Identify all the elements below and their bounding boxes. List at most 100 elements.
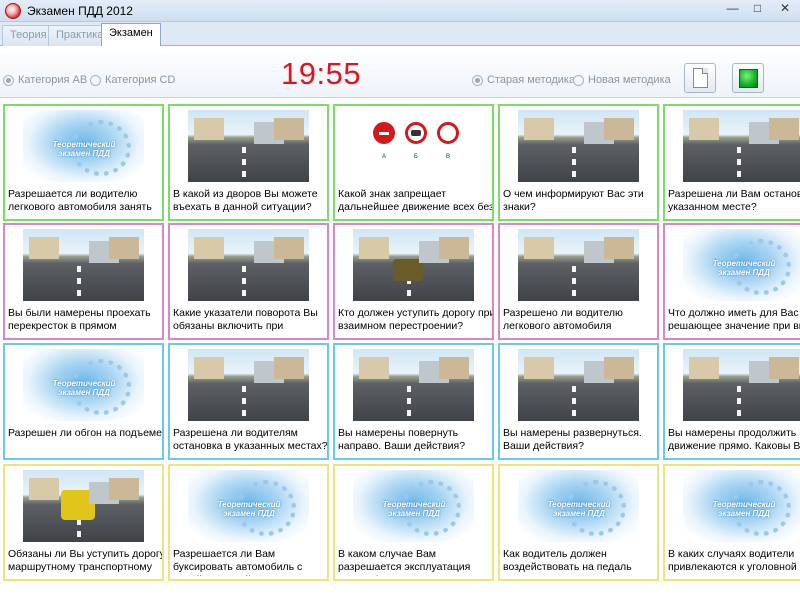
question-card[interactable]: Теоретический экзамен ПДД В каких случаях… xyxy=(663,464,800,581)
question-text: Вы были намерены проехать перекресток в … xyxy=(8,307,151,332)
road-scene-image xyxy=(188,110,309,182)
question-text: Кто должен уступить дорогу при взаимном … xyxy=(338,307,494,332)
question-text: О чем информируют Вас эти знаки? xyxy=(503,188,644,213)
question-card[interactable]: Теоретический экзамен ПДД В каком случае … xyxy=(333,464,494,581)
road-sign-icon xyxy=(437,122,459,144)
bus-icon xyxy=(61,490,95,520)
tab-strip: Теория Практика Экзамен xyxy=(0,22,800,47)
exam-logo-image: Теоретический экзамен ПДД xyxy=(518,470,639,542)
question-card[interactable]: Разрешено ли водителю легкового автомоби… xyxy=(498,223,659,340)
radio-icon xyxy=(3,74,14,86)
road-signs-image: А Б В xyxy=(353,110,474,182)
question-card[interactable]: Теоретический экзамен ПДД Разрешается ли … xyxy=(168,464,329,581)
question-text: Какие указатели поворота Вы обязаны вклю… xyxy=(173,307,318,332)
radio-category-ab[interactable]: Категория АВ xyxy=(3,74,87,86)
app-icon xyxy=(5,3,21,19)
radio-method-new-label: Новая методика xyxy=(588,74,671,86)
sign-label: Б xyxy=(414,154,418,160)
question-card[interactable]: Разрешена ли Вам остановка в указанном м… xyxy=(663,104,800,221)
question-text: Какой знак запрещает дальнейшее движение… xyxy=(338,188,494,213)
question-card[interactable]: О чем информируют Вас эти знаки? xyxy=(498,104,659,221)
exam-logo-image: Теоретический экзамен ПДД xyxy=(683,229,800,301)
logo-text: Теоретический экзамен ПДД xyxy=(52,140,116,158)
road-scene-image xyxy=(683,349,800,421)
green-square-icon xyxy=(739,69,758,88)
logo-text: Теоретический экзамен ПДД xyxy=(382,500,446,518)
road-sign-icon xyxy=(373,122,395,144)
question-text: Вы намерены повернуть направо. Ваши дейс… xyxy=(338,427,466,452)
radio-category-cd-label: Категория CD xyxy=(105,74,176,86)
radio-method-new[interactable]: Новая методика xyxy=(573,74,671,86)
maximize-icon[interactable]: □ xyxy=(745,0,770,18)
window-controls: — □ ✕ xyxy=(720,0,800,20)
exam-logo-image: Теоретический экзамен ПДД xyxy=(188,470,309,542)
question-grid: Теоретический экзамен ПДД Разрешается ли … xyxy=(0,100,800,600)
radio-category-ab-label: Категория АВ xyxy=(18,74,88,86)
question-text: Как водитель должен воздействовать на пе… xyxy=(503,548,632,573)
logo-text: Теоретический экзамен ПДД xyxy=(547,500,611,518)
question-text: Вы намерены продолжить движение прямо. К… xyxy=(668,427,800,452)
sign-label: В xyxy=(446,154,451,160)
question-card[interactable]: Разрешена ли водителям остановка в указа… xyxy=(168,343,329,460)
question-text: Разрешено ли водителю легкового автомоби… xyxy=(503,307,623,335)
road-sign-icon xyxy=(405,122,427,144)
road-scene-image xyxy=(23,229,144,301)
road-scene-image xyxy=(353,349,474,421)
truck-icon xyxy=(393,259,423,281)
title-bar: Экзамен ПДД 2012 — □ ✕ xyxy=(0,0,800,22)
question-card[interactable]: Теоретический экзамен ПДД Как водитель до… xyxy=(498,464,659,581)
radio-icon xyxy=(472,74,483,86)
road-scene-image xyxy=(188,229,309,301)
road-scene-image xyxy=(683,110,800,182)
exam-logo-image: Теоретический экзамен ПДД xyxy=(683,470,800,542)
tab-theory[interactable]: Теория xyxy=(2,25,55,46)
radio-icon xyxy=(90,74,101,86)
question-card[interactable]: Вы намерены повернуть направо. Ваши дейс… xyxy=(333,343,494,460)
tab-exam[interactable]: Экзамен xyxy=(101,23,161,47)
question-card[interactable]: Теоретический экзамен ПДД Разрешается ли … xyxy=(3,104,164,221)
toolbar: Категория АВ Категория CD 19:55 Старая м… xyxy=(0,46,800,98)
question-card[interactable]: Вы намерены продолжить движение прямо. К… xyxy=(663,343,800,460)
exam-logo-image: Теоретический экзамен ПДД xyxy=(23,110,144,182)
road-scene-image xyxy=(23,470,144,542)
question-text: Разрешена ли водителям остановка в указа… xyxy=(173,427,328,452)
radio-icon xyxy=(573,74,584,86)
question-text: Разрешен ли обгон на подъеме? xyxy=(8,427,164,439)
road-scene-image xyxy=(518,229,639,301)
question-card[interactable]: Вы намерены развернуться. Ваши действия? xyxy=(498,343,659,460)
road-scene-image xyxy=(188,349,309,421)
road-scene-image xyxy=(518,110,639,182)
question-text: Разрешается ли Вам буксировать автомобил… xyxy=(173,548,303,576)
exam-timer: 19:55 xyxy=(281,56,362,91)
question-card[interactable]: Теоретический экзамен ПДД Разрешен ли обг… xyxy=(3,343,164,460)
logo-text: Теоретический экзамен ПДД xyxy=(52,379,116,397)
document-button[interactable] xyxy=(684,63,716,93)
question-text: В каком случае Вам разрешается эксплуата… xyxy=(338,548,471,576)
question-card[interactable]: Вы были намерены проехать перекресток в … xyxy=(3,223,164,340)
sign-label: А xyxy=(382,154,387,160)
window-title: Экзамен ПДД 2012 xyxy=(27,4,133,18)
radio-method-old[interactable]: Старая методика xyxy=(472,74,575,86)
question-card[interactable]: В какой из дворов Вы можете въехать в да… xyxy=(168,104,329,221)
question-card[interactable]: А Б В Какой знак запрещает дальнейшее движе… xyxy=(333,104,494,221)
logo-text: Теоретический экзамен ПДД xyxy=(712,500,776,518)
question-text: Обязаны ли Вы уступить дорогу маршрутном… xyxy=(8,548,164,573)
question-card[interactable]: Какие указатели поворота Вы обязаны вклю… xyxy=(168,223,329,340)
question-card[interactable]: Кто должен уступить дорогу при взаимном … xyxy=(333,223,494,340)
question-card[interactable]: Теоретический экзамен ПДД Что должно имет… xyxy=(663,223,800,340)
exam-logo-image: Теоретический экзамен ПДД xyxy=(353,470,474,542)
logo-text: Теоретический экзамен ПДД xyxy=(217,500,281,518)
exam-logo-image: Теоретический экзамен ПДД xyxy=(23,349,144,421)
logo-text: Теоретический экзамен ПДД xyxy=(712,259,776,277)
question-text: В каких случаях водители привлекаются к … xyxy=(668,548,797,573)
radio-method-old-label: Старая методика xyxy=(487,74,576,86)
radio-category-cd[interactable]: Категория CD xyxy=(90,74,175,86)
question-text: Разрешена ли Вам остановка в указанном м… xyxy=(668,188,800,213)
question-text: В какой из дворов Вы можете въехать в да… xyxy=(173,188,318,213)
minimize-icon[interactable]: — xyxy=(720,0,745,18)
stop-button[interactable] xyxy=(732,63,764,93)
question-text: Вы намерены развернуться. Ваши действия? xyxy=(503,427,642,452)
road-scene-image xyxy=(353,229,474,301)
question-card[interactable]: Обязаны ли Вы уступить дорогу маршрутном… xyxy=(3,464,164,581)
close-icon[interactable]: ✕ xyxy=(770,0,800,18)
